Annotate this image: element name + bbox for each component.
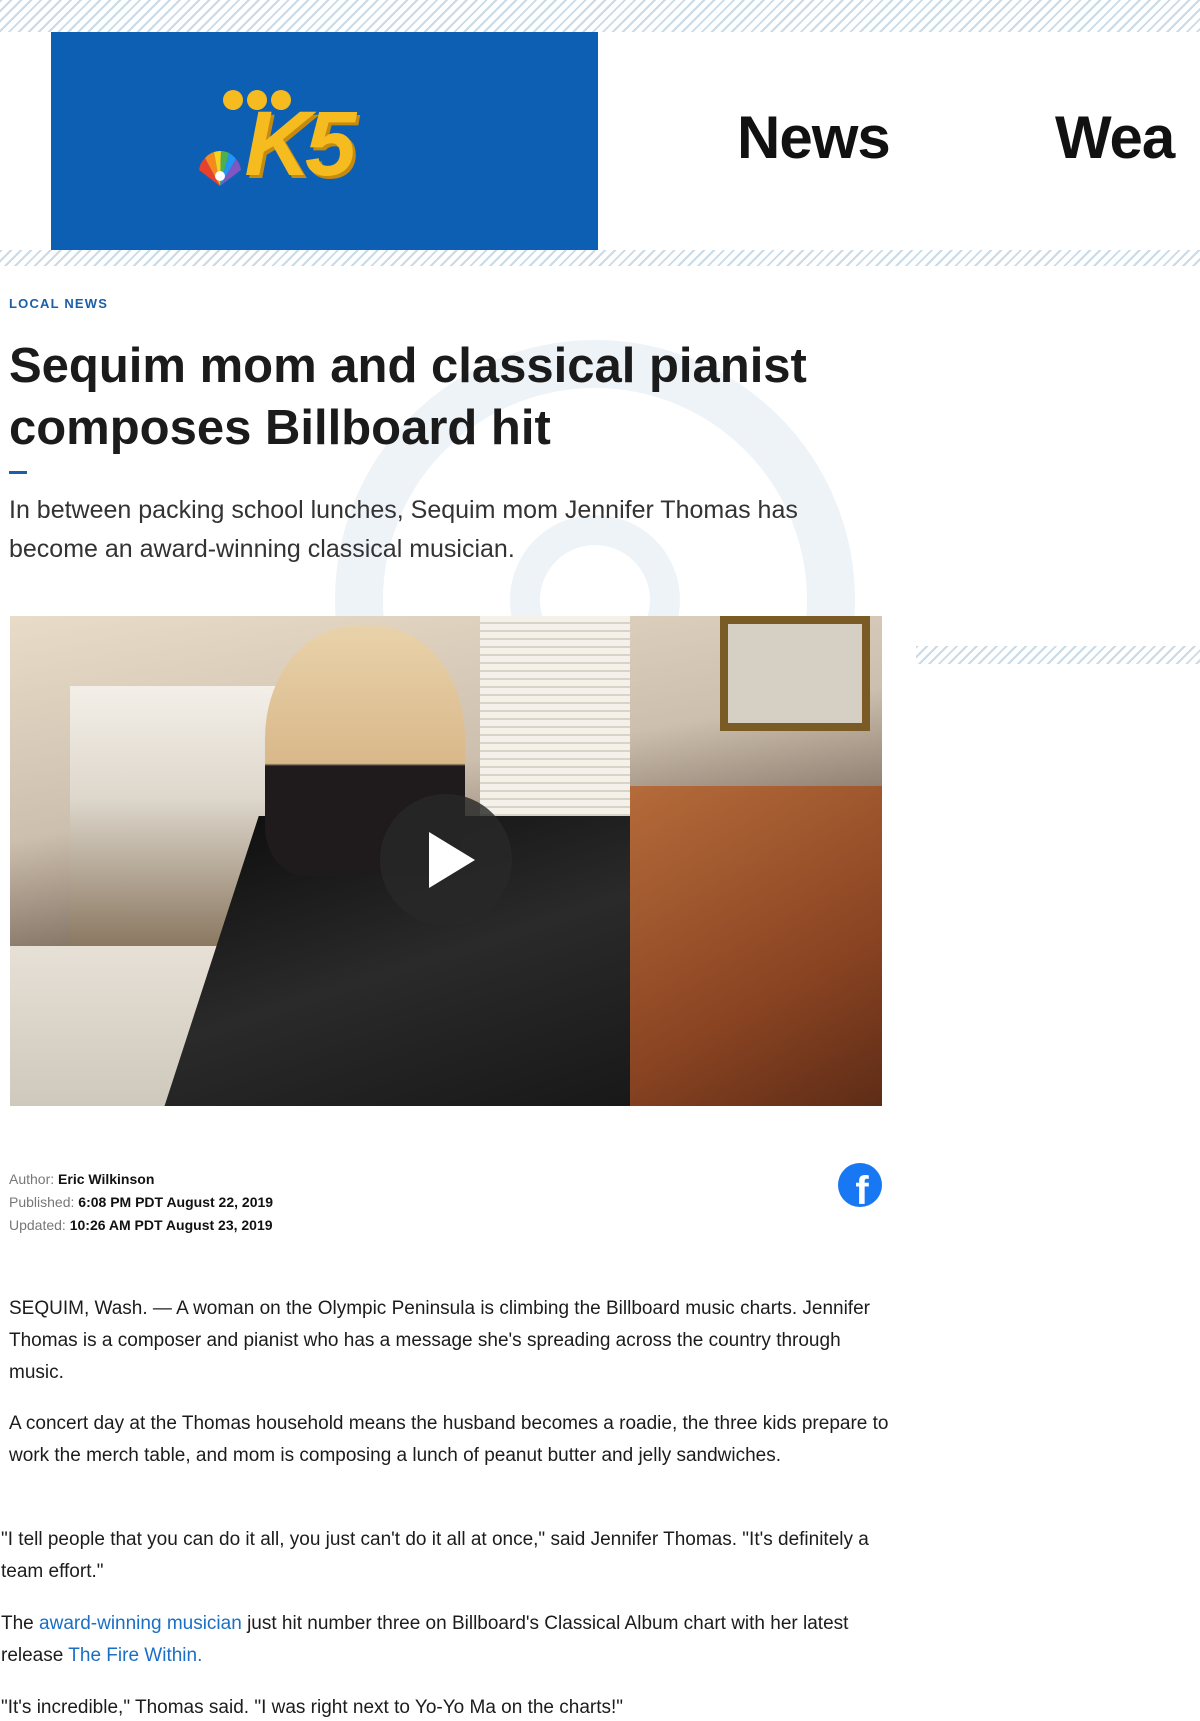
award-winning-musician-link[interactable]: award-winning musician xyxy=(39,1613,242,1634)
headline-rule xyxy=(9,471,27,474)
video-scene-window xyxy=(480,616,630,816)
published-label: Published: xyxy=(9,1194,75,1210)
video-scene-portrait xyxy=(720,616,870,731)
header-stripe xyxy=(0,250,1200,266)
category-label[interactable]: LOCAL NEWS xyxy=(9,296,108,311)
updated-label: Updated: xyxy=(9,1217,66,1233)
video-scene-piano-strings xyxy=(630,786,882,1106)
nav-news[interactable]: News xyxy=(737,108,891,168)
author-label: Author: xyxy=(9,1171,55,1187)
the-fire-within-link[interactable]: The Fire Within. xyxy=(68,1645,202,1666)
article-paragraph: SEQUIM, Wash. — A woman on the Olympic P… xyxy=(9,1298,870,1383)
site-logo[interactable]: K5 xyxy=(51,32,598,250)
sidebar-stripe xyxy=(916,646,1200,664)
play-icon xyxy=(429,832,475,888)
top-stripe xyxy=(0,0,1200,32)
article-paragraph: The award-winning musician just hit numb… xyxy=(1,1608,891,1672)
article-headline: Sequim mom and classical pianist compose… xyxy=(9,339,807,455)
author-line: Author: Eric Wilkinson xyxy=(9,1168,273,1191)
facebook-share-button[interactable]: f xyxy=(838,1163,882,1207)
logo-text: K5 xyxy=(244,93,357,195)
author-name: Eric Wilkinson xyxy=(58,1171,155,1187)
nbc-peacock-icon xyxy=(198,150,241,186)
byline: Author: Eric Wilkinson Published: 6:08 P… xyxy=(9,1168,273,1237)
article-summary: In between packing school lunches, Sequi… xyxy=(9,496,798,563)
facebook-icon: f xyxy=(855,1169,869,1207)
published-line: Published: 6:08 PM PDT August 22, 2019 xyxy=(9,1191,273,1214)
video-player[interactable] xyxy=(10,616,882,1106)
published-date: 6:08 PM PDT August 22, 2019 xyxy=(78,1194,274,1210)
logo-mark: K5 xyxy=(195,86,455,196)
article-quote: "It's incredible," Thomas said. "I was r… xyxy=(1,1697,624,1718)
nav-weather[interactable]: Wea xyxy=(1055,108,1175,168)
article-quote: "I tell people that you can do it all, y… xyxy=(1,1529,869,1582)
paragraph-text: The xyxy=(1,1613,40,1634)
updated-line: Updated: 10:26 AM PDT August 23, 2019 xyxy=(9,1214,273,1237)
play-button[interactable] xyxy=(380,794,512,926)
article-paragraph: A concert day at the Thomas household me… xyxy=(9,1413,889,1466)
updated-date: 10:26 AM PDT August 23, 2019 xyxy=(69,1217,273,1233)
